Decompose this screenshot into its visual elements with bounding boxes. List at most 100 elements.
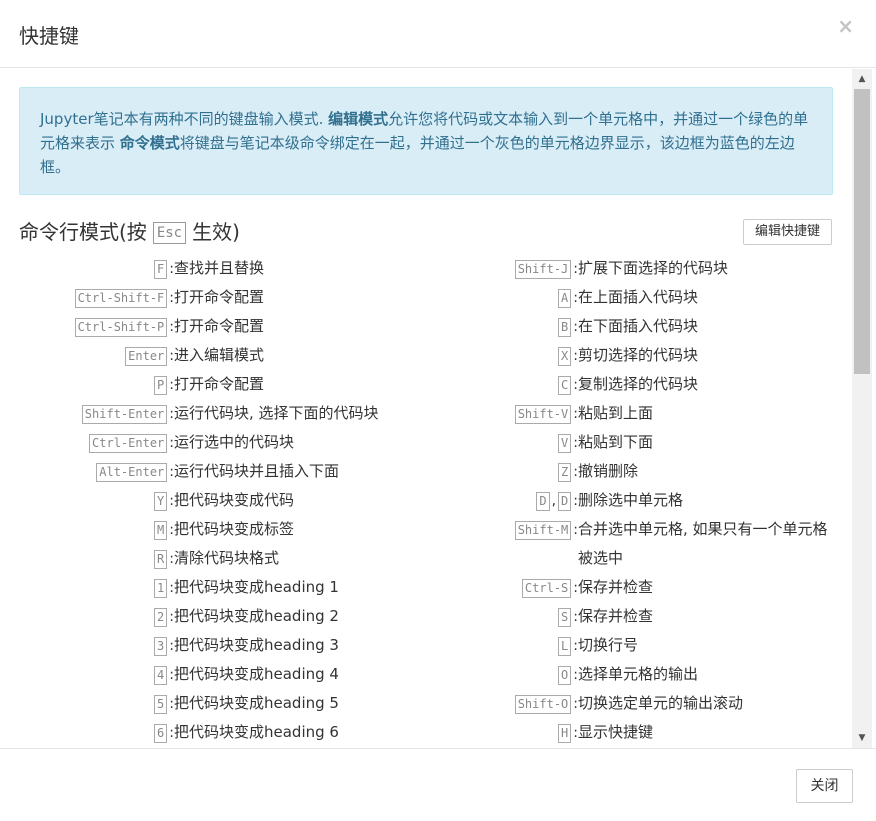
shortcut-description: 粘贴到上面 bbox=[578, 404, 654, 422]
shortcut-row: Alt-Enter: 运行代码块并且插入下面 bbox=[19, 457, 414, 486]
shortcut-description: 把代码块变成标签 bbox=[174, 520, 295, 538]
shortcut-description: 剪切选择的代码块 bbox=[578, 346, 699, 364]
shortcut-row: Shift-O: 切换选定单元的输出滚动 bbox=[428, 689, 833, 718]
key-cap: R bbox=[154, 550, 168, 569]
shortcut-row: Shift-J: 扩展下面选择的代码块 bbox=[428, 254, 833, 283]
shortcut-description: 显示快捷键 bbox=[578, 723, 654, 741]
shortcut-description: 切换行号 bbox=[578, 636, 639, 654]
dialog-footer: 关闭 bbox=[0, 748, 876, 821]
section-title-suffix: 生效) bbox=[192, 220, 240, 244]
shortcut-keys: F: bbox=[19, 258, 174, 279]
shortcut-keys: A: bbox=[428, 287, 578, 308]
shortcut-keys: Ctrl-Shift-F: bbox=[19, 287, 174, 308]
scroll-down-icon[interactable]: ▼ bbox=[852, 730, 872, 746]
key-cap: Shift-Enter bbox=[81, 405, 168, 424]
key-cap: 5 bbox=[154, 695, 168, 714]
shortcut-keys: 6: bbox=[19, 722, 174, 743]
shortcut-description: 把代码块变成heading 2 bbox=[174, 607, 339, 625]
close-icon[interactable]: × bbox=[837, 14, 854, 38]
shortcut-row: Shift-V: 粘贴到上面 bbox=[428, 399, 833, 428]
key-cap: 6 bbox=[154, 724, 168, 743]
right-shortcut-list: Shift-J: 扩展下面选择的代码块 A: 在上面插入代码块 B: 在下面插入代码块 X:… bbox=[428, 254, 833, 747]
key-cap: 2 bbox=[154, 608, 168, 627]
left-shortcut-list: F: 查找并且替换 Ctrl-Shift-F: 打开命令配置 Ctrl-Shift-P:… bbox=[19, 254, 414, 747]
shortcut-keys: Alt-Enter: bbox=[19, 461, 174, 482]
shortcut-row: P: 打开命令配置 bbox=[19, 370, 414, 399]
shortcut-keys: C: bbox=[428, 374, 578, 395]
shortcut-row: 5: 把代码块变成heading 5 bbox=[19, 689, 414, 718]
key-cap: Shift-M bbox=[514, 521, 572, 540]
info-alert: Jupyter笔记本有两种不同的键盘输入模式. 编辑模式允许您将代码或文本输入到… bbox=[19, 87, 833, 195]
key-cap: Y bbox=[154, 492, 168, 511]
shortcut-row: Ctrl-Shift-F: 打开命令配置 bbox=[19, 283, 414, 312]
shortcut-keys: Shift-M: bbox=[428, 519, 578, 540]
shortcut-keys: 5: bbox=[19, 693, 174, 714]
shortcut-description: 粘贴到下面 bbox=[578, 433, 654, 451]
shortcut-keys: O: bbox=[428, 664, 578, 685]
shortcut-row: F: 查找并且替换 bbox=[19, 254, 414, 283]
shortcut-keys: 2: bbox=[19, 606, 174, 627]
shortcut-description: 把代码块变成heading 3 bbox=[174, 636, 339, 654]
shortcuts-dialog: 快捷键 × Jupyter笔记本有两种不同的键盘输入模式. 编辑模式允许您将代码… bbox=[0, 0, 876, 821]
key-cap: Ctrl-Shift-P bbox=[74, 318, 168, 337]
shortcut-keys: P: bbox=[19, 374, 174, 395]
key-cap: 3 bbox=[154, 637, 168, 656]
key-cap: D bbox=[558, 492, 572, 511]
info-bold-command-mode: 命令模式 bbox=[119, 134, 180, 152]
shortcut-keys: S: bbox=[428, 606, 578, 627]
scrollbar[interactable]: ▲ ▼ bbox=[852, 69, 872, 748]
shortcut-keys: Shift-O: bbox=[428, 693, 578, 714]
shortcut-description: 把代码块变成heading 4 bbox=[174, 665, 339, 683]
shortcut-keys: Y: bbox=[19, 490, 174, 511]
shortcut-description: 合并选中单元格, 如果只有一个单元格被选中 bbox=[578, 520, 828, 567]
key-cap: H bbox=[558, 724, 572, 743]
shortcut-row: 2: 把代码块变成heading 2 bbox=[19, 602, 414, 631]
shortcut-row: Z: 撤销删除 bbox=[428, 457, 833, 486]
shortcut-keys: 1: bbox=[19, 577, 174, 598]
esc-key: Esc bbox=[152, 222, 187, 244]
shortcut-keys: Enter: bbox=[19, 345, 174, 366]
shortcut-description: 把代码块变成heading 6 bbox=[174, 723, 339, 741]
shortcut-keys: M: bbox=[19, 519, 174, 540]
shortcut-description: 复制选择的代码块 bbox=[578, 375, 699, 393]
shortcut-keys: Ctrl-Enter: bbox=[19, 432, 174, 453]
shortcut-keys: L: bbox=[428, 635, 578, 656]
key-cap: Ctrl-Enter bbox=[89, 434, 168, 453]
shortcut-keys: Shift-J: bbox=[428, 258, 578, 279]
shortcut-row: D, D: 删除选中单元格 bbox=[428, 486, 833, 515]
shortcut-description: 运行代码块并且插入下面 bbox=[174, 462, 340, 480]
key-cap: Ctrl-S bbox=[521, 579, 572, 598]
shortcut-keys: V: bbox=[428, 432, 578, 453]
shortcut-keys: 4: bbox=[19, 664, 174, 685]
key-cap: V bbox=[558, 434, 572, 453]
info-bold-edit-mode: 编辑模式 bbox=[328, 110, 389, 128]
key-cap: D bbox=[536, 492, 550, 511]
shortcut-row: Ctrl-Shift-P: 打开命令配置 bbox=[19, 312, 414, 341]
shortcut-row: 4: 把代码块变成heading 4 bbox=[19, 660, 414, 689]
shortcut-keys: 3: bbox=[19, 635, 174, 656]
shortcut-keys: X: bbox=[428, 345, 578, 366]
key-cap: Shift-V bbox=[514, 405, 572, 424]
key-cap: P bbox=[154, 376, 168, 395]
scroll-up-icon[interactable]: ▲ bbox=[852, 71, 872, 87]
shortcut-row: 1: 把代码块变成heading 1 bbox=[19, 573, 414, 602]
key-cap: M bbox=[154, 521, 168, 540]
shortcut-keys: Shift-V: bbox=[428, 403, 578, 424]
shortcut-row: O: 选择单元格的输出 bbox=[428, 660, 833, 689]
key-cap: 4 bbox=[154, 666, 168, 685]
shortcut-description: 保存并检查 bbox=[578, 578, 654, 596]
shortcut-description: 扩展下面选择的代码块 bbox=[578, 259, 729, 277]
shortcut-keys: Ctrl-Shift-P: bbox=[19, 316, 174, 337]
shortcut-row: B: 在下面插入代码块 bbox=[428, 312, 833, 341]
key-cap: Shift-J bbox=[514, 260, 572, 279]
shortcut-row: R: 清除代码块格式 bbox=[19, 544, 414, 573]
shortcut-description: 打开命令配置 bbox=[174, 317, 265, 335]
shortcut-row: C: 复制选择的代码块 bbox=[428, 370, 833, 399]
key-cap: Z bbox=[558, 463, 572, 482]
key-cap: X bbox=[558, 347, 572, 366]
shortcut-row: M: 把代码块变成标签 bbox=[19, 515, 414, 544]
shortcut-keys: H: bbox=[428, 722, 578, 743]
edit-shortcuts-button[interactable]: 编辑快捷键 bbox=[743, 219, 832, 245]
scrollbar-thumb[interactable] bbox=[854, 89, 870, 374]
close-button[interactable]: 关闭 bbox=[796, 769, 853, 803]
